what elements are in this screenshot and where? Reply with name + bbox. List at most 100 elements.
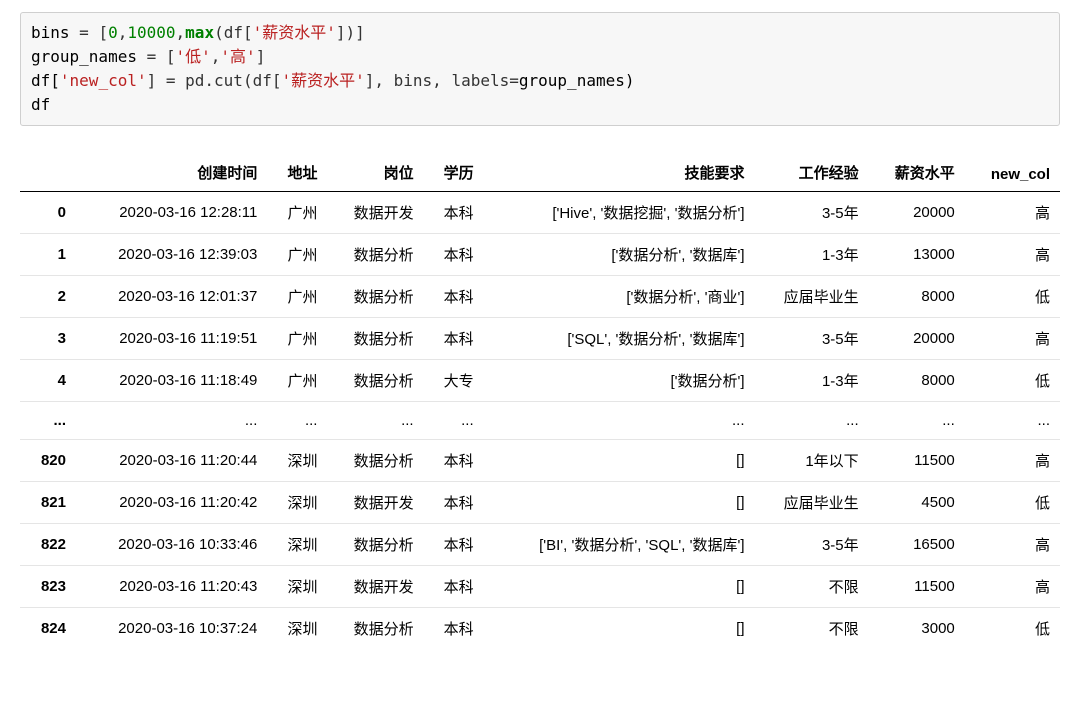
row-index: 820	[20, 440, 76, 482]
row-index: 823	[20, 566, 76, 608]
row-index: 3	[20, 318, 76, 360]
cell-学历: 本科	[424, 524, 484, 566]
cell-岗位: 数据开发	[327, 192, 423, 234]
cell-技能要求: []	[484, 608, 755, 650]
code-token: '薪资水平'	[253, 23, 336, 42]
table-row: 02020-03-16 12:28:11广州数据开发本科['Hive', '数据…	[20, 192, 1060, 234]
cell-技能要求: ['BI', '数据分析', 'SQL', '数据库']	[484, 524, 755, 566]
code-token: ,	[176, 23, 186, 42]
cell-创建时间: 2020-03-16 12:28:11	[76, 192, 267, 234]
cell-创建时间: ...	[76, 402, 267, 440]
cell-薪资水平: 3000	[869, 608, 965, 650]
cell-new_col: 高	[965, 524, 1060, 566]
row-index: 2	[20, 276, 76, 318]
cell-学历: 本科	[424, 608, 484, 650]
cell-地址: 深圳	[267, 566, 327, 608]
row-index: 0	[20, 192, 76, 234]
cell-工作经验: 不限	[755, 566, 869, 608]
cell-工作经验: 1-3年	[755, 234, 869, 276]
table-row: ...........................	[20, 402, 1060, 440]
code-token: ]	[147, 71, 166, 90]
cell-岗位: 数据分析	[327, 234, 423, 276]
col-created-time: 创建时间	[76, 154, 267, 192]
cell-技能要求: ['Hive', '数据挖掘', '数据分析']	[484, 192, 755, 234]
cell-工作经验: 不限	[755, 608, 869, 650]
table-row: 32020-03-16 11:19:51广州数据分析本科['SQL', '数据分…	[20, 318, 1060, 360]
code-token: = [	[79, 23, 108, 42]
code-token: 0	[108, 23, 118, 42]
cell-工作经验: 1-3年	[755, 360, 869, 402]
cell-工作经验: 3-5年	[755, 524, 869, 566]
cell-创建时间: 2020-03-16 11:19:51	[76, 318, 267, 360]
cell-new_col: 低	[965, 608, 1060, 650]
table-row: 8222020-03-16 10:33:46深圳数据分析本科['BI', '数据…	[20, 524, 1060, 566]
cell-岗位: 数据分析	[327, 360, 423, 402]
cell-学历: 本科	[424, 318, 484, 360]
cell-学历: 本科	[424, 276, 484, 318]
cell-学历: 本科	[424, 192, 484, 234]
cell-岗位: 数据分析	[327, 440, 423, 482]
code-token: ])]	[336, 23, 365, 42]
cell-薪资水平: 4500	[869, 482, 965, 524]
code-token: = pd.cut(df[	[166, 71, 282, 90]
col-skills: 技能要求	[484, 154, 755, 192]
cell-工作经验: 3-5年	[755, 192, 869, 234]
cell-地址: 广州	[267, 360, 327, 402]
cell-new_col: ...	[965, 402, 1060, 440]
cell-创建时间: 2020-03-16 11:20:43	[76, 566, 267, 608]
cell-薪资水平: 20000	[869, 192, 965, 234]
col-position: 岗位	[327, 154, 423, 192]
code-token: group_names)	[519, 71, 635, 90]
cell-岗位: 数据分析	[327, 524, 423, 566]
code-token: 10000	[127, 23, 175, 42]
cell-学历: 本科	[424, 482, 484, 524]
cell-学历: ...	[424, 402, 484, 440]
table-row: 8212020-03-16 11:20:42深圳数据开发本科[]应届毕业生450…	[20, 482, 1060, 524]
code-token: =	[509, 71, 519, 90]
cell-地址: ...	[267, 402, 327, 440]
cell-薪资水平: 20000	[869, 318, 965, 360]
cell-创建时间: 2020-03-16 11:20:42	[76, 482, 267, 524]
code-token: ,	[211, 47, 221, 66]
dataframe-table: 创建时间 地址 岗位 学历 技能要求 工作经验 薪资水平 new_col 020…	[20, 154, 1060, 649]
row-index: 1	[20, 234, 76, 276]
cell-new_col: 高	[965, 440, 1060, 482]
cell-创建时间: 2020-03-16 11:18:49	[76, 360, 267, 402]
col-experience: 工作经验	[755, 154, 869, 192]
cell-学历: 本科	[424, 440, 484, 482]
code-token: ,	[118, 23, 128, 42]
cell-岗位: 数据开发	[327, 566, 423, 608]
code-token: '低'	[176, 47, 211, 66]
cell-学历: 大专	[424, 360, 484, 402]
cell-学历: 本科	[424, 566, 484, 608]
code-cell[interactable]: bins = [0,10000,max(df['薪资水平'])] group_n…	[20, 12, 1060, 126]
row-index: 4	[20, 360, 76, 402]
col-new-col: new_col	[965, 154, 1060, 192]
cell-创建时间: 2020-03-16 12:01:37	[76, 276, 267, 318]
cell-工作经验: 1年以下	[755, 440, 869, 482]
code-token: group_names	[31, 47, 147, 66]
cell-new_col: 高	[965, 318, 1060, 360]
cell-创建时间: 2020-03-16 10:33:46	[76, 524, 267, 566]
cell-薪资水平: 11500	[869, 566, 965, 608]
code-token: ], bins, labels	[365, 71, 510, 90]
cell-地址: 广州	[267, 318, 327, 360]
row-index: 822	[20, 524, 76, 566]
cell-地址: 广州	[267, 192, 327, 234]
cell-创建时间: 2020-03-16 10:37:24	[76, 608, 267, 650]
table-row: 8242020-03-16 10:37:24深圳数据分析本科[]不限3000低	[20, 608, 1060, 650]
cell-地址: 广州	[267, 276, 327, 318]
cell-new_col: 高	[965, 566, 1060, 608]
cell-地址: 深圳	[267, 440, 327, 482]
table-row: 42020-03-16 11:18:49广州数据分析大专['数据分析']1-3年…	[20, 360, 1060, 402]
col-location: 地址	[267, 154, 327, 192]
cell-new_col: 低	[965, 360, 1060, 402]
cell-new_col: 高	[965, 234, 1060, 276]
table-row: 8202020-03-16 11:20:44深圳数据分析本科[]1年以下1150…	[20, 440, 1060, 482]
cell-new_col: 高	[965, 192, 1060, 234]
cell-技能要求: []	[484, 440, 755, 482]
cell-地址: 广州	[267, 234, 327, 276]
cell-岗位: ...	[327, 402, 423, 440]
code-token: bins	[31, 23, 79, 42]
code-token: '高'	[220, 47, 255, 66]
